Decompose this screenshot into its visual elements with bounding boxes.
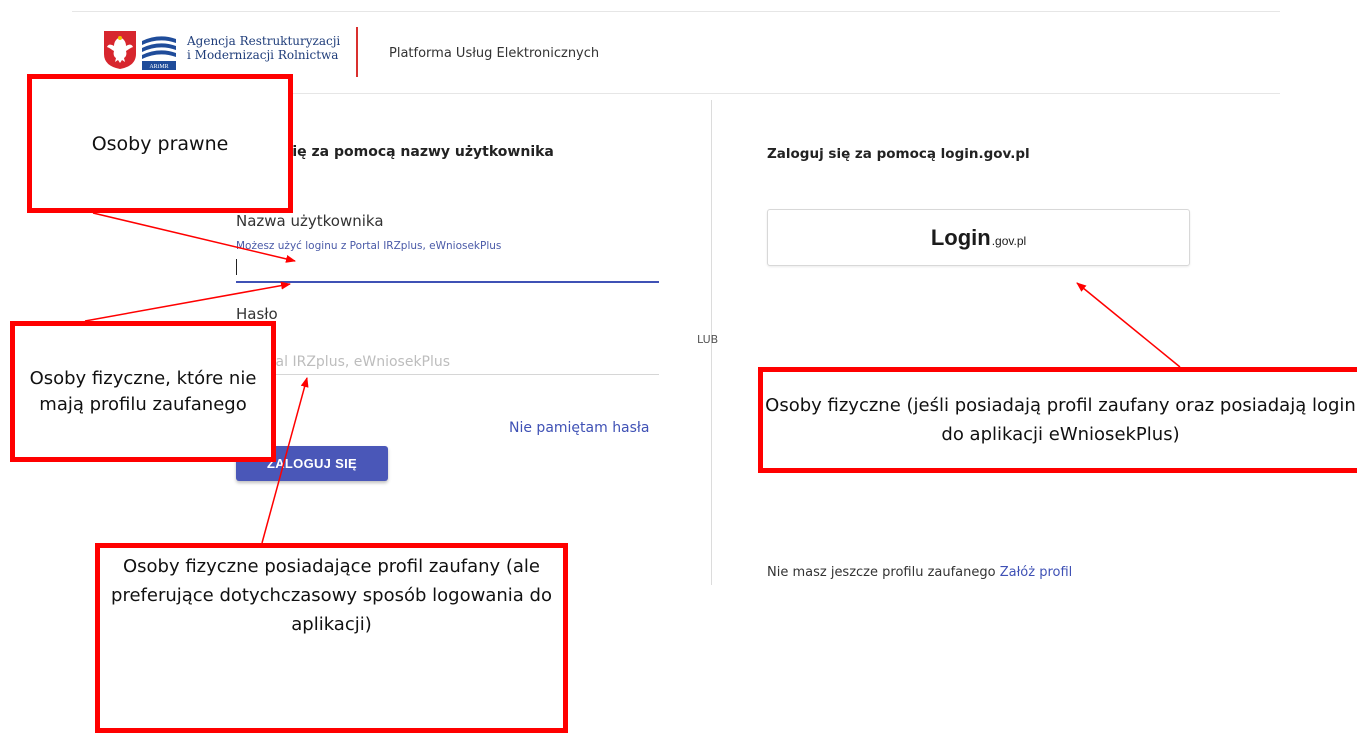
login-gov-pl-logo: Login .gov.pl [768,210,1189,265]
gov-login-title: Zaloguj się za pomocą login.gov.pl [767,146,1030,162]
arimr-logo-text: ARiMR [149,64,168,70]
no-profile-label: Nie masz jeszcze profilu zaufanego [767,565,996,580]
arimr-logo-icon: ARiMR [141,33,177,70]
callout-natural-profile-login-text: Osoby fizyczne (jeśli posiadają profil z… [765,395,1356,445]
callout-natural-no-profile-text: Osoby fizyczne, które nie mają profilu z… [29,367,257,415]
username-input[interactable] [236,257,659,283]
no-profile-text: Nie masz jeszcze profilu zaufanego Załóż… [767,565,1072,580]
header-separator [356,27,358,77]
forgot-password-link[interactable]: Nie pamiętam hasła [509,420,650,436]
callout-natural-profile-login: Osoby fizyczne (jeśli posiadają profil z… [758,367,1357,473]
eagle-emblem-icon [103,30,137,70]
password-input[interactable] [236,350,659,375]
username-login-title: się za pomocą nazwy użytkownika [284,144,554,160]
or-separator: LUB [697,333,719,346]
username-label: Nazwa użytkownika [236,212,384,230]
callout-natural-profile-pref-text: Osoby fizyczne posiadające profil zaufan… [111,556,552,635]
callout-natural-no-profile: Osoby fizyczne, które nie mają profilu z… [10,321,276,462]
agency-name: Agencja Restrukturyzacji i Modernizacji … [187,34,340,62]
create-profile-link[interactable]: Załóż profil [1000,565,1073,580]
username-hint: Możesz użyć loginu z Portal IRZplus, eWn… [236,240,502,252]
callout-legal-text: Osoby prawne [91,132,229,155]
top-divider [72,11,1280,12]
callout-natural-profile-pref: Osoby fizyczne posiadające profil zaufan… [95,543,568,733]
arrow-natural-profile-login [1076,282,1181,368]
login-gov-main: Login [930,224,991,250]
platform-title: Platforma Usług Elektronicznych [389,46,600,61]
agency-name-line1: Agencja Restrukturyzacji [187,34,341,48]
login-gov-suffix: .gov.pl [991,233,1027,248]
callout-legal-entities: Osoby prawne [27,74,293,213]
agency-name-line2: i Modernizacji Rolnictwa [187,48,339,62]
login-gov-pl-button[interactable]: Login .gov.pl [767,209,1190,266]
text-caret [236,259,237,275]
